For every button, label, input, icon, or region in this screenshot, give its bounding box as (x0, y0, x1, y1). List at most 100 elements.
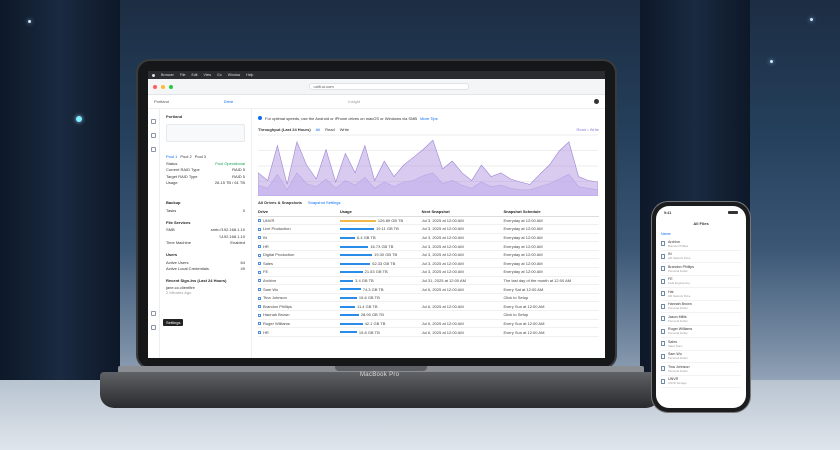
table-row[interactable]: Hannah Brown 28.90 GB TB Click to Setup (258, 310, 599, 320)
usage-bar (339, 288, 361, 291)
tab-drive[interactable]: Drive (224, 99, 233, 104)
next-snapshot: Jul 3, 2025 at 12:00 AM (421, 216, 504, 226)
rack-light (770, 60, 773, 63)
table-row[interactable]: FE 21.53 GB TB Jul 3, 2025 at 12:00 AM E… (258, 267, 599, 277)
drive-icon[interactable] (151, 133, 156, 138)
table-row[interactable]: Digital Production 19.30 GB TB Jul 3, 20… (258, 250, 599, 260)
table-row[interactable]: HR 16.73 GB TB Jul 3, 2025 at 12:00 AM E… (258, 241, 599, 251)
zoom-window-button[interactable] (169, 84, 173, 89)
list-item[interactable]: UNVR UNVR Storage (661, 376, 741, 388)
gear-icon[interactable] (151, 311, 156, 316)
range-tab[interactable]: Write (340, 127, 349, 132)
tab-pool[interactable]: Pool 3 (195, 154, 206, 159)
next-snapshot: Jul 3, 2025 at 12:00 AM (421, 224, 504, 234)
file-list: Archive Brandon Phillips IN HR Network Driv… (656, 238, 746, 388)
tab-pool[interactable]: Pool 2 (180, 154, 191, 159)
table-row[interactable]: HR 15.8 GB TB Jul 6, 2025 at 12:00 AM Ev… (258, 327, 599, 337)
backup-icon[interactable] (151, 147, 156, 152)
list-item[interactable]: Sales Sales Team (661, 338, 741, 351)
col-header[interactable]: Drive (258, 208, 340, 217)
minimize-window-button[interactable] (161, 84, 165, 89)
folder-icon (258, 219, 261, 223)
list-item[interactable]: Archive Brandon Phillips (661, 238, 741, 251)
list-item[interactable]: Sam Wu Personal Folder (661, 351, 741, 363)
row-value[interactable]: \\192.168.1.10 (219, 234, 245, 239)
menu-item[interactable]: View (204, 73, 212, 77)
range-tab[interactable]: Read (325, 127, 335, 132)
table-row[interactable]: UNVR 126.89 GB TB Jul 3, 2025 at 12:00 A… (258, 216, 599, 226)
usage-value: 42.1 GB TB (364, 320, 386, 326)
close-window-button[interactable] (153, 84, 157, 89)
stat-label: Current RAID Type (166, 167, 200, 173)
menu-item[interactable]: Help (246, 73, 253, 77)
notice-link[interactable]: More Tips (420, 116, 438, 121)
drive-cell: IN (258, 233, 340, 243)
table-row[interactable]: Sales 62.33 GB TB Jul 3, 2025 at 12:00 A… (258, 258, 599, 269)
avatar[interactable] (594, 99, 599, 104)
next-snapshot: Jul 6, 2025 at 12:00 AM (421, 301, 504, 312)
list-item[interactable]: FE Field Engineering (661, 276, 741, 288)
snapshot-schedule: Every Sun at 12:00 AM (503, 301, 599, 312)
server-rack (0, 0, 120, 380)
menu-item[interactable]: Window (228, 73, 240, 77)
table-row[interactable]: Archive 3.4 GB TB Jul 31, 2025 at 12:00 … (258, 276, 599, 286)
usage-bar (339, 245, 369, 248)
item-sub: HR Network Drive (668, 293, 691, 298)
list-item[interactable]: Roger Williams Personal Folder (661, 326, 741, 338)
row-value: 49 (240, 266, 245, 272)
folder-icon (661, 328, 665, 334)
table-row[interactable]: Tina Johnson 15.6 GB TB Click to Setup (258, 293, 599, 303)
snapshot-schedule[interactable]: Click to Setup (503, 293, 599, 303)
col-header[interactable]: Usage (339, 208, 422, 217)
section-title: File Services (166, 219, 191, 225)
folder-icon (258, 270, 261, 274)
row-value[interactable]: smb://192.168.1.10 (211, 227, 245, 232)
list-item[interactable]: Tina Johnson Personal Folder (661, 363, 741, 376)
table-row[interactable]: Live Production 19.11 GB TB Jul 3, 2025 … (258, 224, 599, 234)
page-title: Insight (348, 99, 361, 104)
item-sub: Personal Folder (668, 306, 688, 311)
table-row[interactable]: Sam Wu 74.3 GB TB Jul 6, 2025 at 12:00 A… (258, 284, 599, 294)
sort-label[interactable]: Name (656, 230, 746, 238)
range-tab[interactable]: All (316, 127, 320, 132)
help-icon[interactable] (151, 325, 156, 330)
drive-name: UNVR (263, 217, 275, 223)
tab-all-drives[interactable]: All Drives & Snapshots (258, 200, 302, 205)
col-header[interactable]: Snapshot Schedule (503, 208, 599, 217)
list-item[interactable]: IN HR Network Drive (661, 251, 741, 263)
table-row[interactable]: IN 6.4 GB TB Jul 3, 2025 at 12:00 AM Eve… (258, 233, 599, 243)
list-item[interactable]: Brandon Phillips Personal Folder (661, 263, 741, 276)
apple-icon[interactable] (152, 73, 155, 77)
table-row[interactable]: Brandon Phillips 11.4 GB TB Jul 6, 2025 … (258, 301, 599, 312)
folder-icon (661, 353, 665, 359)
dashboard-icon[interactable] (151, 119, 156, 124)
drive-name: Digital Production (263, 252, 295, 258)
usage-value: 19.30 GB TB (374, 252, 398, 258)
usage-bar (339, 331, 357, 334)
menu-item[interactable]: Edit (191, 73, 197, 77)
drive-name: Tina Johnson (263, 295, 287, 301)
tab-pool[interactable]: Pool 1 (166, 154, 177, 159)
menu-item[interactable]: Go (217, 73, 222, 77)
drive-cell: HR (258, 241, 340, 251)
app-nav-rail (148, 109, 160, 358)
url-bar[interactable]: unifi.ui.com (308, 83, 469, 90)
usage-value: 6.4 GB TB (357, 234, 376, 240)
tab-snapshot-settings[interactable]: Snapshot Settings (308, 200, 340, 205)
next-snapshot: Jul 3, 2025 at 12:00 AM (421, 258, 504, 269)
snapshot-schedule[interactable]: Click to Setup (503, 310, 599, 320)
usage-value: 19.11 GB TB (376, 226, 399, 232)
menu-item[interactable]: Browser (161, 73, 174, 77)
list-item[interactable]: Hannah Brown Personal Folder (661, 301, 741, 313)
next-snapshot: Jul 31, 2025 at 12:00 AM (421, 276, 504, 286)
next-snapshot: Jul 3, 2025 at 12:00 AM (421, 267, 504, 277)
menu-item[interactable]: File (180, 73, 186, 77)
laptop-screen: Browser File Edit View Go Window Help un… (148, 71, 605, 358)
site-selector[interactable]: Portland (154, 99, 169, 104)
snapshot-schedule: Everyday at 12:00 AM (503, 250, 599, 260)
col-header[interactable]: Next Snapshot (421, 208, 504, 217)
list-item[interactable]: Hal HR Network Drive (661, 288, 741, 301)
folder-icon (258, 313, 261, 317)
list-item[interactable]: Jason Millis Personal Folder (661, 313, 741, 326)
table-row[interactable]: Roger Williams 42.1 GB TB Jul 6, 2025 at… (258, 319, 599, 329)
